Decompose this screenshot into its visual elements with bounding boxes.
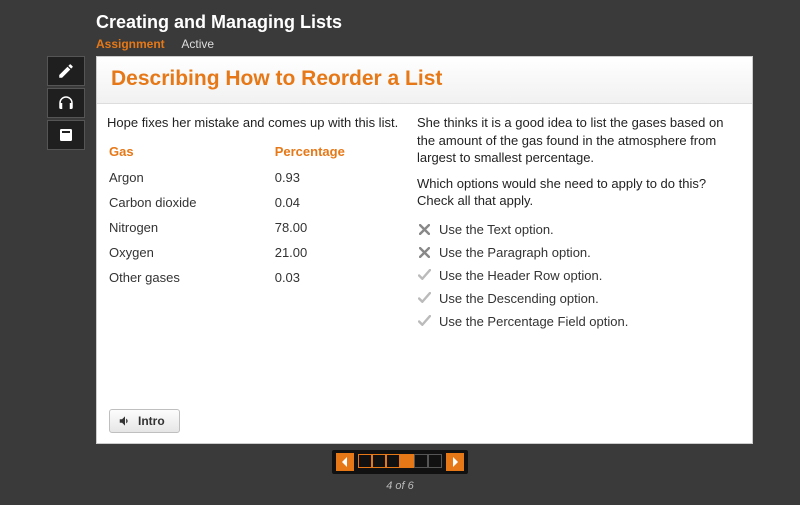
intro-button-label: Intro: [138, 414, 165, 428]
gas-name: Oxygen: [107, 240, 273, 265]
check-mark-icon: [417, 291, 431, 305]
pager-page-6[interactable]: [428, 454, 442, 468]
check-mark-icon: [417, 268, 431, 282]
headphones-tool[interactable]: [47, 88, 85, 118]
gas-percentage: 0.04: [273, 190, 407, 215]
content-panel: Describing How to Reorder a List Hope fi…: [96, 56, 753, 444]
gas-percentage: 78.00: [273, 215, 407, 240]
gas-table: Gas Percentage Argon0.93Carbon dioxide0.…: [107, 140, 407, 290]
panel-footer: Intro: [97, 401, 752, 443]
table-row: Other gases0.03: [107, 265, 407, 290]
pager-prev-button[interactable]: [336, 453, 354, 471]
calculator-icon: [58, 127, 74, 143]
gas-percentage: 21.00: [273, 240, 407, 265]
pager-page-5[interactable]: [414, 454, 428, 468]
pager: 4 of 6: [0, 450, 800, 492]
chevron-left-icon: [341, 457, 349, 467]
col-header-percentage: Percentage: [273, 140, 407, 165]
col-header-gas: Gas: [107, 140, 273, 165]
option-item[interactable]: Use the Text option.: [417, 218, 742, 241]
speaker-icon: [118, 414, 132, 428]
pencil-tool[interactable]: [47, 56, 85, 86]
assignment-label: Assignment: [96, 37, 165, 51]
status-label: Active: [181, 37, 214, 51]
panel-title: Describing How to Reorder a List: [97, 57, 752, 104]
page-title: Creating and Managing Lists: [96, 12, 800, 33]
option-text: Use the Paragraph option.: [439, 245, 591, 260]
gas-name: Other gases: [107, 265, 273, 290]
pager-page-4[interactable]: [400, 454, 414, 468]
table-row: Carbon dioxide0.04: [107, 190, 407, 215]
options-list: Use the Text option. Use the Paragraph op…: [417, 218, 742, 333]
pager-page-1[interactable]: [358, 454, 372, 468]
gas-percentage: 0.93: [273, 165, 407, 190]
option-item[interactable]: Use the Header Row option.: [417, 264, 742, 287]
option-text: Use the Percentage Field option.: [439, 314, 628, 329]
option-text: Use the Descending option.: [439, 291, 599, 306]
calculator-tool[interactable]: [47, 120, 85, 150]
left-intro-text: Hope fixes her mistake and comes up with…: [107, 114, 407, 132]
option-text: Use the Header Row option.: [439, 268, 602, 283]
right-think-2: Which options would she need to apply to…: [417, 175, 742, 210]
headphones-icon: [57, 94, 75, 112]
table-row: Nitrogen78.00: [107, 215, 407, 240]
x-mark-icon: [417, 245, 431, 259]
side-toolbar: [47, 56, 85, 150]
chevron-right-icon: [451, 457, 459, 467]
right-think-1: She thinks it is a good idea to list the…: [417, 114, 742, 167]
pencil-icon: [57, 62, 75, 80]
option-item[interactable]: Use the Paragraph option.: [417, 241, 742, 264]
pager-label: 4 of 6: [0, 480, 800, 492]
option-item[interactable]: Use the Descending option.: [417, 287, 742, 310]
intro-button[interactable]: Intro: [109, 409, 180, 433]
option-item[interactable]: Use the Percentage Field option.: [417, 310, 742, 333]
pager-page-3[interactable]: [386, 454, 400, 468]
check-mark-icon: [417, 314, 431, 328]
pager-next-button[interactable]: [446, 453, 464, 471]
gas-percentage: 0.03: [273, 265, 407, 290]
option-text: Use the Text option.: [439, 222, 554, 237]
x-mark-icon: [417, 222, 431, 236]
table-row: Argon0.93: [107, 165, 407, 190]
gas-name: Argon: [107, 165, 273, 190]
table-row: Oxygen21.00: [107, 240, 407, 265]
pager-page-2[interactable]: [372, 454, 386, 468]
gas-name: Carbon dioxide: [107, 190, 273, 215]
gas-name: Nitrogen: [107, 215, 273, 240]
right-column: She thinks it is a good idea to list the…: [417, 114, 742, 401]
left-column: Hope fixes her mistake and comes up with…: [107, 114, 407, 401]
page-header: Creating and Managing Lists Assignment A…: [0, 0, 800, 55]
